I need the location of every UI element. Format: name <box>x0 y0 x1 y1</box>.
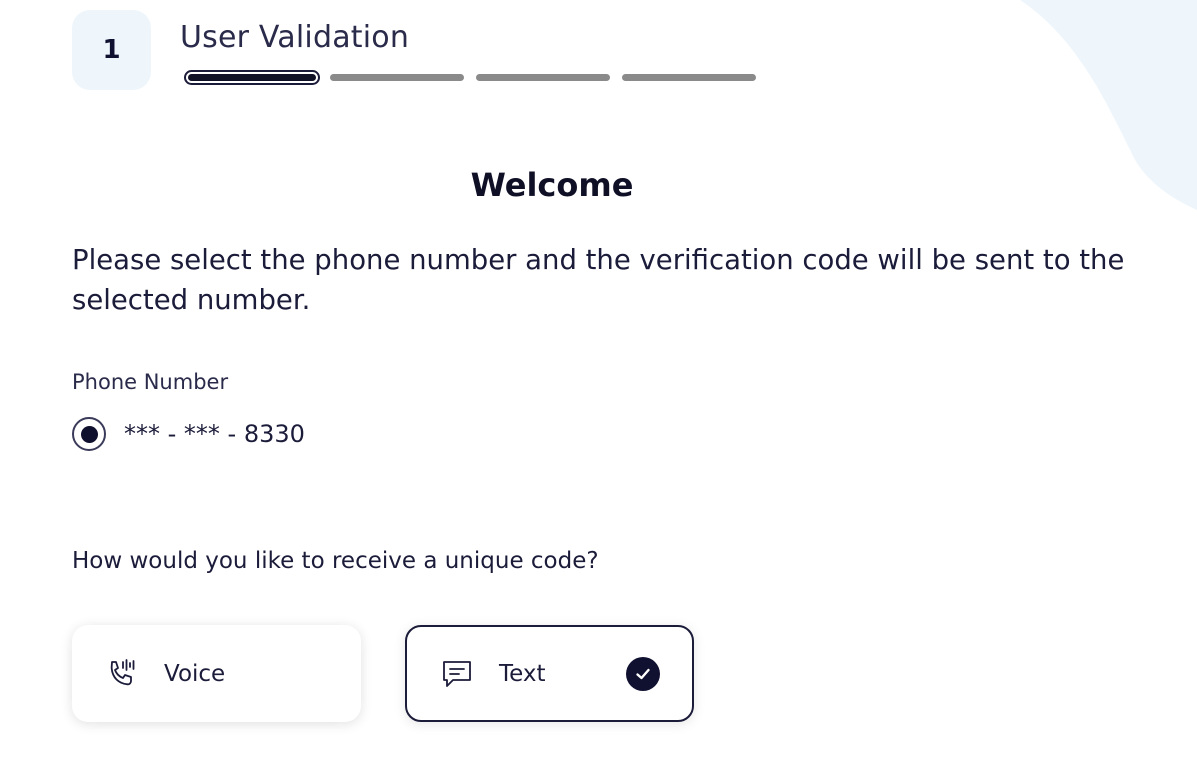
phone-radio-button[interactable] <box>72 417 106 451</box>
step-title: User Validation <box>180 20 410 55</box>
voice-option-card[interactable]: Voice <box>72 625 361 722</box>
phone-number-label: Phone Number <box>72 370 229 394</box>
progress-segment-3 <box>476 74 610 81</box>
phone-voice-icon <box>110 658 135 685</box>
instructions-text: Please select the phone number and the v… <box>72 244 1125 316</box>
user-validation-page: 1 User Validation Welcome Please select … <box>0 0 1197 758</box>
progress-segment-1 <box>184 70 320 85</box>
page-title: Welcome <box>470 166 634 204</box>
text-option-label: Text <box>499 660 546 687</box>
step-number-badge: 1 <box>72 10 151 90</box>
radio-selected-dot <box>80 425 98 443</box>
phone-option[interactable]: *** - *** - 8330 <box>72 416 305 452</box>
step-progress <box>184 70 758 86</box>
progress-segment-2 <box>330 74 464 81</box>
progress-segment-4 <box>622 74 756 81</box>
phone-number-value: *** - *** - 8330 <box>124 420 305 448</box>
text-option-card[interactable]: Text <box>405 625 694 722</box>
selected-check-icon <box>626 657 660 691</box>
step-number: 1 <box>102 35 121 65</box>
voice-option-label: Voice <box>164 660 226 687</box>
message-icon <box>443 660 471 687</box>
delivery-method-question: How would you like to receive a unique c… <box>72 548 599 574</box>
